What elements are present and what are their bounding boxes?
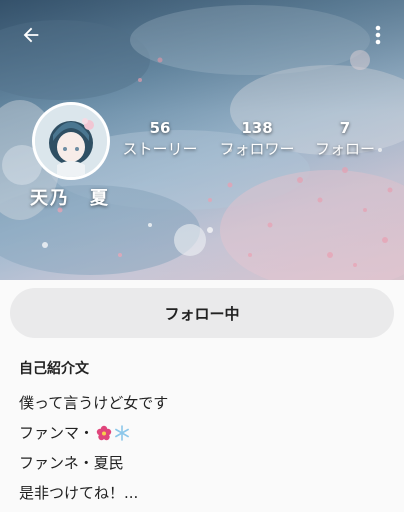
flower-emoji-icon: [96, 425, 112, 441]
avatar-illustration: [35, 105, 107, 177]
avatar[interactable]: [32, 102, 110, 180]
stat-label: ストーリー: [122, 140, 198, 158]
more-options-button[interactable]: [364, 18, 392, 52]
bio-line: ファンマ・: [19, 418, 168, 448]
bio-title: 自己紹介文: [19, 361, 89, 377]
bio-line: ファンネ・夏民: [19, 454, 124, 472]
bio-text: 僕って言うけど女です ファンマ・ ファンネ・夏民 是非つけてね！...: [19, 388, 168, 508]
stat-count: 7: [339, 119, 351, 137]
profile-screen: 天乃 夏 56 ストーリー 138 フォロワー 7 フォロー フォロー中 自己紹…: [0, 0, 404, 512]
stat-count: 56: [149, 119, 171, 137]
profile-name: 天乃 夏: [30, 188, 110, 209]
back-button[interactable]: [14, 18, 48, 52]
stat-followers[interactable]: 138 フォロワー: [212, 118, 302, 160]
following-button[interactable]: フォロー中: [10, 288, 394, 338]
stat-following[interactable]: 7 フォロー: [300, 118, 390, 160]
bio-line: 僕って言うけど女です: [19, 394, 169, 412]
stat-label: フォロー: [314, 140, 375, 158]
stat-label: フォロワー: [219, 140, 295, 158]
bio-line: 是非つけてね！...: [19, 484, 139, 502]
stat-count: 138: [241, 119, 273, 137]
stat-stories[interactable]: 56 ストーリー: [115, 118, 205, 160]
bio-line-text: ファンマ・: [19, 424, 95, 442]
more-vert-icon: [375, 25, 381, 45]
arrow-left-icon: [23, 27, 39, 43]
snowflake-emoji-icon: [115, 425, 129, 441]
